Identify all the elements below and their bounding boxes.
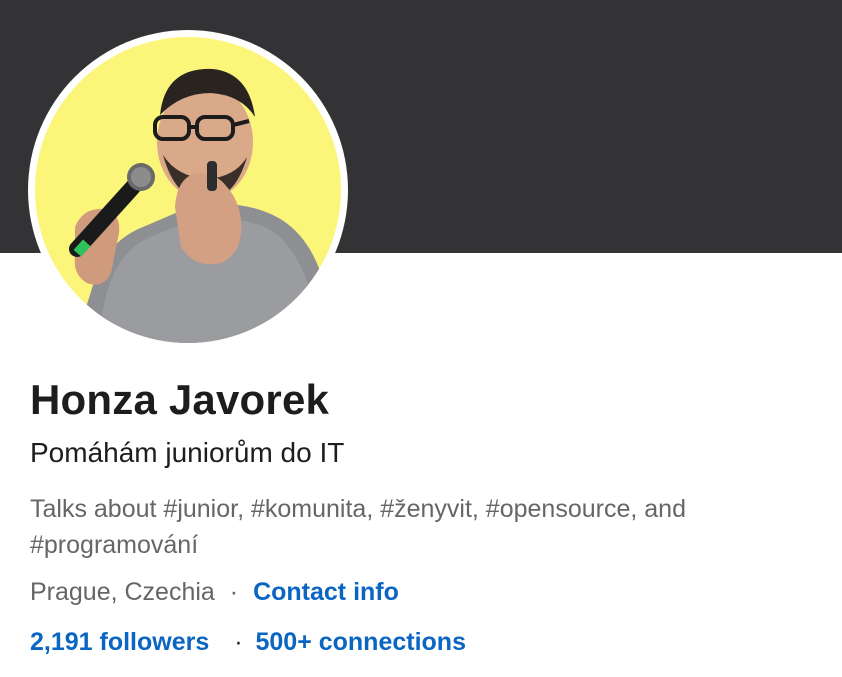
location: Prague, Czechia xyxy=(30,578,215,606)
followers-link[interactable]: 2,191 followers xyxy=(30,628,209,656)
profile-headline: Pomáhám juniorům do IT xyxy=(30,437,345,468)
profile-photo[interactable] xyxy=(28,30,348,350)
separator-dot: · xyxy=(234,628,243,656)
contact-info-link[interactable]: Contact info xyxy=(253,578,399,606)
separator-dot: · xyxy=(229,578,239,606)
profile-name: Honza Javorek xyxy=(30,376,330,423)
stats-row: 2,191 followers · 500+ connections xyxy=(30,628,466,657)
profile-card: Honza Javorek Pomáhám juniorům do IT Tal… xyxy=(0,0,842,677)
connections-link[interactable]: 500+ connections xyxy=(255,628,466,656)
talks-about: Talks about #junior, #komunita, #ženyvit… xyxy=(30,495,686,559)
location-row: Prague, Czechia · Contact info xyxy=(30,578,399,607)
profile-photo-icon xyxy=(35,37,341,343)
